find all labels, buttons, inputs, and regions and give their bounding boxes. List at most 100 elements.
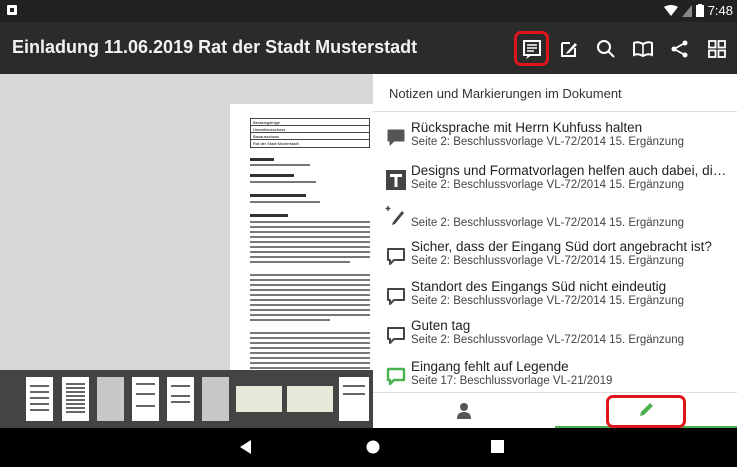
note-location: Seite 2: Beschlussvorlage VL-72/2014 15.… <box>411 334 684 346</box>
status-bar: 7:48 <box>0 0 737 22</box>
text-line <box>250 367 370 369</box>
text-line <box>250 241 370 243</box>
page-title: Einladung 11.06.2019 Rat der Stadt Muste… <box>12 37 418 57</box>
page-thumbnail[interactable] <box>62 377 89 421</box>
recents-icon[interactable] <box>491 440 504 453</box>
consultation-table: Beratungsfolge Umweltausschuss Bauaussch… <box>250 118 370 148</box>
note-title: Eingang fehlt auf Legende <box>411 359 569 374</box>
table-row: Umweltausschuss <box>251 126 369 133</box>
list-item[interactable]: Rücksprache mit Herrn Kuhfuss halten Sei… <box>373 116 737 154</box>
comment-filled-icon <box>387 129 405 146</box>
search-icon <box>596 39 615 58</box>
text-line <box>250 352 370 354</box>
text-line <box>250 294 370 296</box>
notes-list-button[interactable] <box>513 30 550 67</box>
back-icon[interactable] <box>240 440 252 454</box>
table-row: Rat der Stadt Musterstadt <box>253 141 299 146</box>
text-line <box>250 231 370 233</box>
text-line <box>250 337 370 339</box>
home-icon[interactable] <box>366 440 380 454</box>
panel-tabs <box>373 392 737 429</box>
text-line <box>250 226 370 228</box>
page-thumbnail[interactable] <box>167 377 194 421</box>
note-location: Seite 2: Beschlussvorlage VL-72/2014 15.… <box>411 295 684 307</box>
app-bar: Einladung 11.06.2019 Rat der Stadt Muste… <box>0 22 737 74</box>
highlight-frame <box>514 31 549 66</box>
clock: 7:48 <box>707 3 733 18</box>
book-icon <box>632 40 653 57</box>
thumbnail-strip[interactable] <box>0 370 373 428</box>
text-line <box>250 362 370 364</box>
list-item[interactable]: Seite 2: Beschlussvorlage VL-72/2014 15.… <box>373 200 737 238</box>
note-title: Rücksprache mit Herrn Kuhfuss halten <box>411 120 643 135</box>
person-icon <box>457 403 471 419</box>
share-icon <box>671 40 687 57</box>
page-thumbnail[interactable] <box>287 386 333 412</box>
page-thumbnail[interactable] <box>236 386 282 412</box>
list-item[interactable]: Designs und Formatvorlagen helfen auch d… <box>373 159 737 197</box>
text-line <box>250 194 306 197</box>
note-location: Seite 17: Beschlussvorlage VL-21/2019 <box>411 375 613 387</box>
text-line <box>250 299 370 301</box>
text-line <box>250 347 370 349</box>
comment-outline-icon <box>387 327 405 344</box>
text-line <box>250 289 370 291</box>
text-line <box>250 256 370 258</box>
text-line <box>250 261 350 263</box>
list-item[interactable]: Eingang fehlt auf Legende Seite 17: Besc… <box>373 355 737 393</box>
text-line <box>250 319 330 321</box>
text-line <box>250 221 370 223</box>
text-line <box>250 214 288 217</box>
notification-icon <box>7 5 17 15</box>
text-line <box>250 164 310 166</box>
note-location: Seite 2: Beschlussvorlage VL-72/2014 15.… <box>411 179 684 191</box>
page-thumbnail[interactable] <box>26 377 53 421</box>
page-thumbnail[interactable] <box>339 377 369 421</box>
text-line <box>250 181 316 183</box>
text-line <box>250 342 370 344</box>
text-line <box>250 201 320 203</box>
highlight-frame <box>606 395 686 428</box>
note-location: Seite 2: Beschlussvorlage VL-72/2014 15.… <box>411 255 684 267</box>
text-line <box>250 314 370 316</box>
grid-view-button[interactable] <box>698 30 735 67</box>
share-button[interactable] <box>661 30 698 67</box>
tab-users[interactable] <box>373 393 555 429</box>
battery-icon <box>695 4 704 17</box>
text-line <box>250 174 294 177</box>
notes-panel: Notizen und Markierungen im Dokument Rüc… <box>373 74 737 428</box>
text-line <box>250 158 274 161</box>
note-location: Seite 2: Beschlussvorlage VL-72/2014 15.… <box>411 217 684 229</box>
magic-pen-icon <box>385 206 404 225</box>
text-annotation-icon <box>386 170 406 190</box>
comment-outline-icon <box>387 248 405 265</box>
search-button[interactable] <box>587 30 624 67</box>
wifi-icon <box>663 4 678 16</box>
text-line <box>250 251 370 253</box>
comment-outline-green-icon <box>386 367 406 386</box>
page-thumbnail[interactable] <box>202 377 229 421</box>
grid-icon <box>707 39 726 58</box>
text-line <box>250 274 370 276</box>
page-thumbnail[interactable] <box>132 377 159 421</box>
page-thumbnail[interactable] <box>97 377 124 421</box>
list-item[interactable]: Sicher, dass der Eingang Süd dort angebr… <box>373 235 737 273</box>
text-line <box>250 279 370 281</box>
text-line <box>250 304 370 306</box>
edit-note-icon <box>560 41 577 57</box>
tab-annotations[interactable] <box>555 393 737 429</box>
text-line <box>250 357 370 359</box>
note-title: Sicher, dass der Eingang Süd dort angebr… <box>411 239 712 254</box>
note-title: Guten tag <box>411 318 471 333</box>
table-row: Beratungsfolge <box>251 119 369 126</box>
bookmarks-button[interactable] <box>624 30 661 67</box>
panel-header: Notizen und Markierungen im Dokument <box>373 74 737 112</box>
toolbar-actions <box>513 30 735 67</box>
note-location: Seite 2: Beschlussvorlage VL-72/2014 15.… <box>411 136 684 148</box>
text-line <box>250 246 370 248</box>
edit-note-button[interactable] <box>550 30 587 67</box>
document-page[interactable]: Beratungsfolge Umweltausschuss Bauaussch… <box>230 104 373 404</box>
list-item[interactable]: Standort des Eingangs Süd nicht eindeuti… <box>373 275 737 313</box>
text-line <box>250 309 370 311</box>
list-item[interactable]: Guten tag Seite 2: Beschlussvorlage VL-7… <box>373 314 737 352</box>
